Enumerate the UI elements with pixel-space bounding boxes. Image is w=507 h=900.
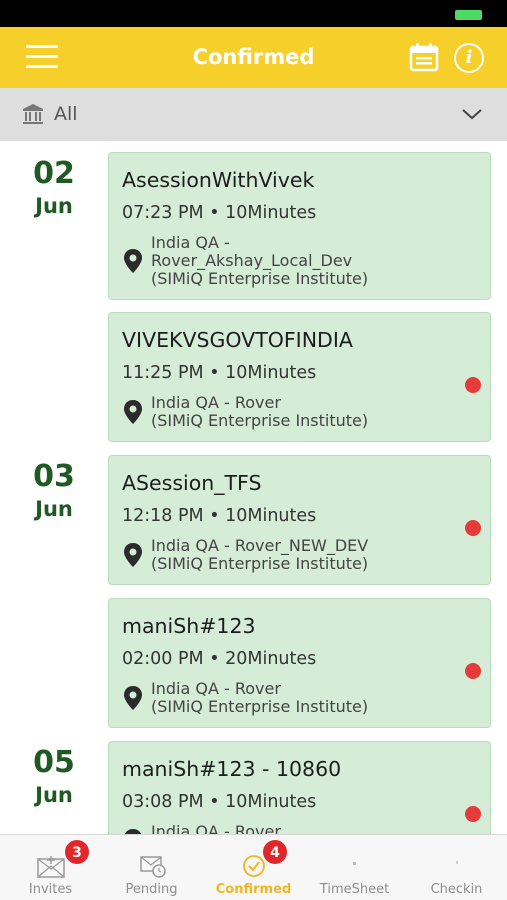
location-pin-icon bbox=[124, 249, 142, 273]
date-month: Jun bbox=[35, 783, 73, 807]
tab-label: TimeSheet bbox=[319, 882, 390, 897]
date-day: 05 bbox=[33, 745, 75, 780]
session-location: India QA - Rover_NEW_DEV (SIMiQ Enterpri… bbox=[151, 536, 369, 573]
institution-icon bbox=[23, 104, 43, 124]
session-title: AsessionWithVivek bbox=[122, 168, 315, 192]
institute-filter-dropdown[interactable]: All bbox=[0, 88, 507, 141]
session-card[interactable]: maniSh#123 02:00 PM • 20Minutes India QA… bbox=[108, 598, 491, 728]
hamburger-icon bbox=[26, 45, 58, 48]
session-location: India QA - Rover bbox=[151, 822, 281, 835]
session-card[interactable]: AsessionWithVivek 07:23 PM • 10Minutes I… bbox=[108, 152, 491, 300]
session-card[interactable]: VIVEKVSGOVTOFINDIA 11:25 PM • 10Minutes … bbox=[108, 312, 491, 442]
session-location: India QA - Rover (SIMiQ Enterprise Insti… bbox=[151, 679, 369, 716]
unread-dot bbox=[465, 520, 481, 536]
battery-icon bbox=[455, 10, 482, 20]
tab-invites[interactable]: Invites 3 bbox=[0, 835, 101, 900]
location-pin-icon bbox=[124, 543, 142, 567]
unread-dot bbox=[465, 377, 481, 393]
date-day: 03 bbox=[33, 459, 75, 494]
unread-dot bbox=[465, 806, 481, 822]
session-time: 03:08 PM • 10Minutes bbox=[122, 792, 317, 812]
invite-envelope-icon bbox=[36, 856, 65, 878]
session-location: India QA - Rover (SIMiQ Enterprise Insti… bbox=[151, 393, 369, 430]
tab-label: Pending bbox=[125, 882, 178, 897]
session-time: 02:00 PM • 20Minutes bbox=[122, 649, 317, 669]
session-card[interactable]: maniSh#123 - 10860 03:08 PM • 10Minutes … bbox=[108, 741, 491, 834]
date-month: Jun bbox=[35, 497, 73, 521]
session-title: ASession_TFS bbox=[122, 471, 262, 495]
session-list[interactable]: 02 Jun AsessionWithVivek 07:23 PM • 10Mi… bbox=[0, 141, 507, 834]
session-time: 11:25 PM • 10Minutes bbox=[122, 363, 317, 383]
tab-pending[interactable]: Pending bbox=[101, 835, 202, 900]
notification-badge: 3 bbox=[64, 839, 90, 865]
timesheet-icon bbox=[352, 862, 356, 865]
calendar-button[interactable] bbox=[408, 41, 440, 73]
screen: Confirmed i All 02 Jun AsessionWithVivek… bbox=[0, 0, 507, 900]
location-pin-icon bbox=[124, 686, 142, 710]
session-title: maniSh#123 - 10860 bbox=[122, 757, 342, 781]
session-location: India QA - Rover_Akshay_Local_Dev (SIMiQ… bbox=[151, 233, 369, 288]
session-time: 12:18 PM • 10Minutes bbox=[122, 506, 317, 526]
tab-confirmed[interactable]: Confirmed 4 bbox=[203, 835, 304, 900]
menu-button[interactable] bbox=[26, 43, 60, 71]
tab-label: Confirmed bbox=[215, 882, 292, 897]
calendar-icon bbox=[409, 43, 439, 72]
tab-label: Checkin bbox=[430, 882, 483, 897]
tab-timesheet[interactable]: TimeSheet bbox=[304, 835, 405, 900]
date-month: Jun bbox=[35, 194, 73, 218]
date-day: 02 bbox=[33, 156, 75, 191]
session-card[interactable]: ASession_TFS 12:18 PM • 10Minutes India … bbox=[108, 455, 491, 585]
session-title: maniSh#123 bbox=[122, 614, 256, 638]
chevron-down-icon bbox=[462, 109, 482, 120]
checkin-icon bbox=[455, 861, 458, 864]
notification-badge: 4 bbox=[262, 839, 288, 865]
tab-checkin[interactable]: Checkin bbox=[406, 835, 507, 900]
info-icon: i bbox=[465, 47, 473, 68]
tab-label: Invites bbox=[28, 882, 73, 897]
tab-bar: Invites 3 Pending Confirmed 4 TimeSheet … bbox=[0, 834, 507, 900]
filter-label: All bbox=[54, 103, 78, 125]
location-pin-icon bbox=[124, 400, 142, 424]
header: Confirmed i bbox=[0, 27, 507, 88]
pending-envelope-clock-icon bbox=[139, 856, 166, 878]
status-bar bbox=[0, 0, 507, 27]
session-time: 07:23 PM • 10Minutes bbox=[122, 203, 317, 223]
unread-dot bbox=[465, 663, 481, 679]
info-button[interactable]: i bbox=[454, 43, 484, 73]
session-title: VIVEKVSGOVTOFINDIA bbox=[122, 328, 353, 352]
